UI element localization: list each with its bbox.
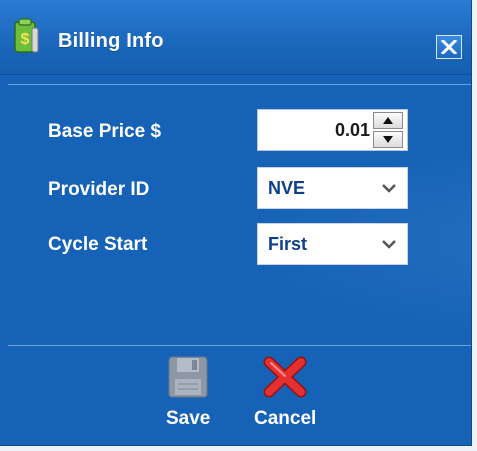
spin-down-button[interactable] [373, 131, 403, 148]
cancel-button[interactable]: Cancel [254, 356, 316, 430]
close-button[interactable] [436, 35, 462, 59]
base-price-spinner[interactable] [257, 109, 408, 151]
base-price-label: Base Price $ [48, 121, 162, 142]
chevron-down-icon [382, 184, 396, 193]
provider-id-label: Provider ID [48, 179, 150, 200]
cycle-start-label: Cycle Start [48, 234, 148, 255]
cycle-start-select[interactable]: First [257, 223, 408, 265]
floppy-disk-icon [168, 356, 208, 398]
dialog-title: Billing Info [58, 30, 164, 52]
chevron-down-icon [382, 240, 396, 249]
svg-text:$: $ [21, 31, 30, 48]
form-panel: Base Price $ Provider ID NVE Cycle Start [8, 84, 471, 346]
close-icon [441, 40, 457, 54]
provider-id-value: NVE [268, 178, 306, 198]
red-x-icon [263, 356, 307, 398]
spin-up-button[interactable] [373, 112, 403, 129]
save-button[interactable]: Save [166, 356, 210, 430]
base-price-input[interactable] [264, 110, 370, 150]
save-label: Save [166, 408, 211, 429]
cancel-label: Cancel [254, 408, 317, 429]
title-bar[interactable]: $ Billing Info [0, 0, 471, 75]
triangle-up-icon [383, 117, 393, 124]
money-bag-icon: $ [14, 18, 39, 53]
action-bar: Save Cancel [8, 346, 471, 445]
triangle-down-icon [383, 136, 393, 143]
cycle-start-value: First [268, 234, 308, 254]
billing-info-dialog: $ Billing Info Base Price $ Pro [0, 0, 472, 446]
provider-id-select[interactable]: NVE [257, 167, 408, 209]
